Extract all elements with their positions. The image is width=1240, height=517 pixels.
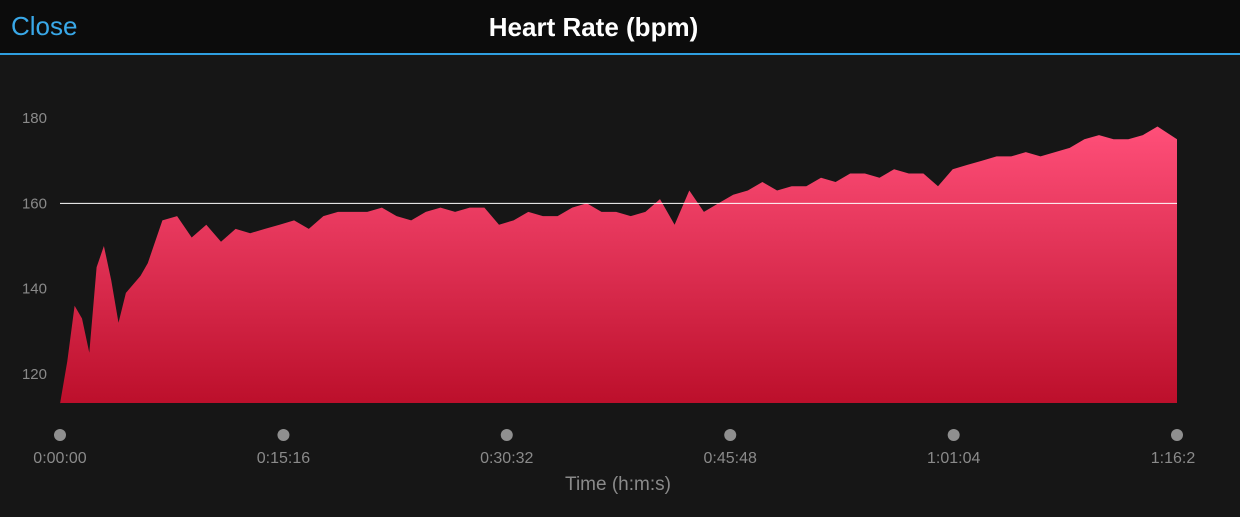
x-tick-label: 0:00:00 — [33, 450, 86, 467]
heart-rate-area — [60, 126, 1177, 404]
x-tick-dot[interactable] — [54, 429, 66, 441]
x-tick-label: 0:45:48 — [704, 450, 757, 467]
x-tick-dot[interactable] — [1171, 429, 1183, 441]
x-tick-dot[interactable] — [947, 429, 960, 441]
y-tick-label: 120 — [22, 366, 47, 383]
x-tick-dot[interactable] — [277, 429, 290, 441]
y-tick-label: 160 — [22, 195, 47, 212]
x-tick-dot[interactable] — [500, 429, 513, 441]
x-tick-label: 1:16:2 — [1151, 450, 1196, 467]
y-tick-label: 180 — [22, 110, 47, 127]
heart-rate-chart: 120 140 160 180 0:00:00 0:15:16 0:30:32 0:45:4… — [22, 110, 1196, 495]
x-tick-dot[interactable] — [724, 429, 737, 441]
y-tick-label: 140 — [22, 281, 47, 298]
page-title: Heart Rate (bpm) — [488, 12, 699, 42]
x-tick-label: 0:30:32 — [480, 450, 533, 467]
x-tick-label: 0:15:16 — [257, 450, 310, 467]
x-tick-label: 1:01:04 — [927, 450, 980, 467]
x-axis-label: Time (h:m:s) — [565, 474, 671, 495]
top-bar: Close Heart Rate (bpm) — [0, 0, 1240, 55]
